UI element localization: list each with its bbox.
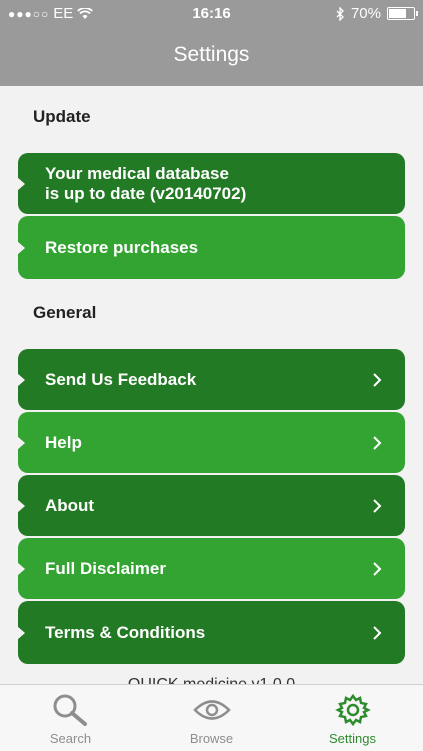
gear-icon xyxy=(334,693,371,727)
row-notch xyxy=(17,435,25,450)
terms-conditions-button[interactable]: Terms & Conditions xyxy=(17,601,405,664)
database-status-label: Your medical database is up to date (v20… xyxy=(45,164,246,204)
eye-icon xyxy=(192,700,231,720)
app-version: QUICK medicine v1.0.0 xyxy=(0,676,423,684)
tab-settings[interactable]: Settings xyxy=(282,685,423,751)
battery-percent: 70% xyxy=(350,5,381,22)
help-button[interactable]: Help xyxy=(17,412,405,473)
terms-conditions-label: Terms & Conditions xyxy=(45,622,206,642)
about-label: About xyxy=(45,495,95,515)
chevron-right-icon xyxy=(373,625,382,640)
navigation-bar: Settings xyxy=(0,28,423,86)
help-label: Help xyxy=(45,432,82,452)
chevron-right-icon xyxy=(373,435,382,450)
page-title: Settings xyxy=(173,43,250,66)
row-notch xyxy=(17,498,25,513)
full-disclaimer-button[interactable]: Full Disclaimer xyxy=(17,538,405,599)
tab-browse[interactable]: Browse xyxy=(141,685,282,751)
status-bar: ●●●○○ EE 16:16 70% xyxy=(0,0,423,28)
send-feedback-button[interactable]: Send Us Feedback xyxy=(17,349,405,410)
tab-settings-label: Settings xyxy=(329,731,376,746)
restore-purchases-label: Restore purchases xyxy=(45,237,199,257)
tab-search-label: Search xyxy=(49,731,92,746)
bluetooth-icon xyxy=(336,6,344,21)
database-status-line2: is up to date (v20140702) xyxy=(45,183,247,203)
battery-fill xyxy=(389,9,406,18)
send-feedback-label: Send Us Feedback xyxy=(45,369,197,389)
row-notch xyxy=(17,240,25,255)
section-header-general: General xyxy=(33,303,97,322)
tab-search[interactable]: Search xyxy=(0,685,141,751)
database-status-row: Your medical database is up to date (v20… xyxy=(17,153,405,214)
restore-purchases-button[interactable]: Restore purchases xyxy=(17,216,405,279)
status-right: 70% xyxy=(336,5,418,22)
row-notch xyxy=(17,625,25,640)
tab-browse-label: Browse xyxy=(189,731,234,746)
section-header-update: Update xyxy=(33,107,91,126)
settings-list[interactable]: Update Your medical database is up to da… xyxy=(0,86,423,684)
row-notch xyxy=(17,176,25,191)
battery-icon xyxy=(387,7,418,20)
chevron-right-icon xyxy=(373,372,382,387)
about-button[interactable]: About xyxy=(17,475,405,536)
search-icon xyxy=(53,694,87,726)
row-notch xyxy=(17,372,25,387)
tab-bar: Search Browse Settings xyxy=(0,684,423,751)
database-status-line1: Your medical database xyxy=(45,163,229,183)
chevron-right-icon xyxy=(373,561,382,576)
row-notch xyxy=(17,561,25,576)
full-disclaimer-label: Full Disclaimer xyxy=(45,558,166,578)
chevron-right-icon xyxy=(373,498,382,513)
